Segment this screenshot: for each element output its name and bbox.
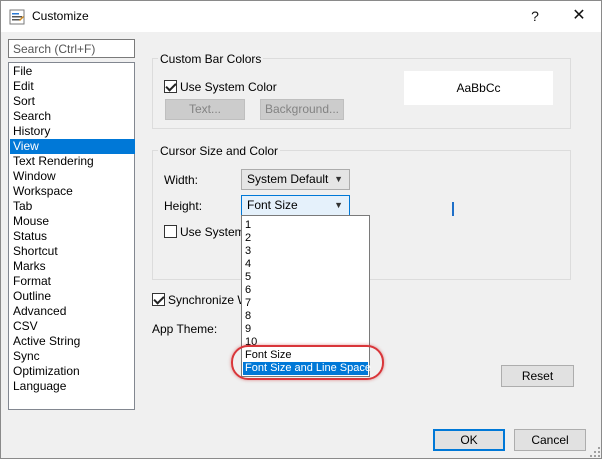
title-bar: Customize ? ✕ xyxy=(1,1,601,32)
nav-item-window[interactable]: Window xyxy=(10,169,135,184)
search-input[interactable] xyxy=(8,39,135,58)
nav-item-sort[interactable]: Sort xyxy=(10,94,135,109)
width-combobox[interactable]: System Default ▼ xyxy=(241,169,350,190)
dropdown-option[interactable]: 5 xyxy=(243,271,368,284)
window-title: Customize xyxy=(32,9,89,23)
dropdown-option[interactable]: 6 xyxy=(243,284,368,297)
nav-item-edit[interactable]: Edit xyxy=(10,79,135,94)
close-button[interactable]: ✕ xyxy=(564,5,594,27)
dropdown-option[interactable]: Font Size and Line Space xyxy=(243,362,371,375)
dropdown-option[interactable]: 10 xyxy=(243,336,368,349)
app-icon xyxy=(9,9,25,25)
help-button[interactable]: ? xyxy=(520,5,550,27)
dropdown-option[interactable]: Font Size xyxy=(243,349,368,362)
resize-grip-icon[interactable] xyxy=(589,446,601,458)
nav-item-search[interactable]: Search xyxy=(10,109,135,124)
nav-item-outline[interactable]: Outline xyxy=(10,289,135,304)
custom-bar-colors-legend: Custom Bar Colors xyxy=(158,52,264,66)
dropdown-option[interactable]: 2 xyxy=(243,232,368,245)
nav-item-tab[interactable]: Tab xyxy=(10,199,135,214)
synchronize-wrap-checkbox[interactable] xyxy=(152,293,165,306)
cancel-button[interactable]: Cancel xyxy=(514,429,586,451)
text-color-button[interactable]: Text... xyxy=(165,99,245,120)
height-combobox-value: Font Size xyxy=(247,198,298,212)
nav-item-sync[interactable]: Sync xyxy=(10,349,135,364)
cursor-size-color-legend: Cursor Size and Color xyxy=(158,144,281,158)
nav-item-shortcut[interactable]: Shortcut xyxy=(10,244,135,259)
chevron-down-icon: ▼ xyxy=(334,200,343,210)
height-label: Height: xyxy=(164,199,203,213)
nav-item-file[interactable]: File xyxy=(10,64,135,79)
color-preview: AaBbCc xyxy=(404,71,553,105)
nav-item-language[interactable]: Language xyxy=(10,379,135,394)
cursor-preview xyxy=(452,202,454,216)
customize-dialog: Customize ? ✕ FileEditSortSearchHistoryV… xyxy=(0,0,602,459)
nav-item-text-rendering[interactable]: Text Rendering xyxy=(10,154,135,169)
dropdown-option[interactable]: 9 xyxy=(243,323,368,336)
nav-item-advanced[interactable]: Advanced xyxy=(10,304,135,319)
reset-button[interactable]: Reset xyxy=(501,365,574,387)
chevron-down-icon: ▼ xyxy=(334,174,343,184)
nav-item-optimization[interactable]: Optimization xyxy=(10,364,135,379)
nav-item-status[interactable]: Status xyxy=(10,229,135,244)
height-dropdown-list[interactable]: 1 2 3 4 5 6 7 8 9 10 Font Size Font Size and Line S… xyxy=(241,215,371,377)
bar-use-system-color-label: Use System Color xyxy=(180,80,277,94)
app-theme-label: App Theme: xyxy=(152,322,218,336)
nav-item-view[interactable]: View xyxy=(10,139,135,154)
height-combobox[interactable]: Font Size ▼ xyxy=(241,195,350,216)
width-label: Width: xyxy=(164,173,199,187)
dropdown-option[interactable]: 3 xyxy=(243,245,368,258)
nav-item-active-string[interactable]: Active String xyxy=(10,334,135,349)
nav-item-mouse[interactable]: Mouse xyxy=(10,214,135,229)
nav-item-history[interactable]: History xyxy=(10,124,135,139)
ok-button[interactable]: OK xyxy=(433,429,505,451)
nav-item-csv[interactable]: CSV xyxy=(10,319,135,334)
width-combobox-value: System Default xyxy=(247,172,329,186)
nav-item-format[interactable]: Format xyxy=(10,274,135,289)
bar-use-system-color-checkbox[interactable] xyxy=(164,80,177,93)
dropdown-option[interactable]: 4 xyxy=(243,258,368,271)
background-color-button[interactable]: Background... xyxy=(260,99,344,120)
nav-item-workspace[interactable]: Workspace xyxy=(10,184,135,199)
category-list[interactable]: File Edit Sort Search History View Text Render… xyxy=(8,62,135,410)
cursor-use-system-color-checkbox[interactable] xyxy=(164,225,177,238)
synchronize-wrap-label: Synchronize Wr xyxy=(168,293,253,307)
dropdown-option[interactable]: 7 xyxy=(243,297,368,310)
dropdown-option[interactable]: 1 xyxy=(243,219,368,232)
nav-item-marks[interactable]: Marks xyxy=(10,259,135,274)
dropdown-option[interactable]: 8 xyxy=(243,310,368,323)
